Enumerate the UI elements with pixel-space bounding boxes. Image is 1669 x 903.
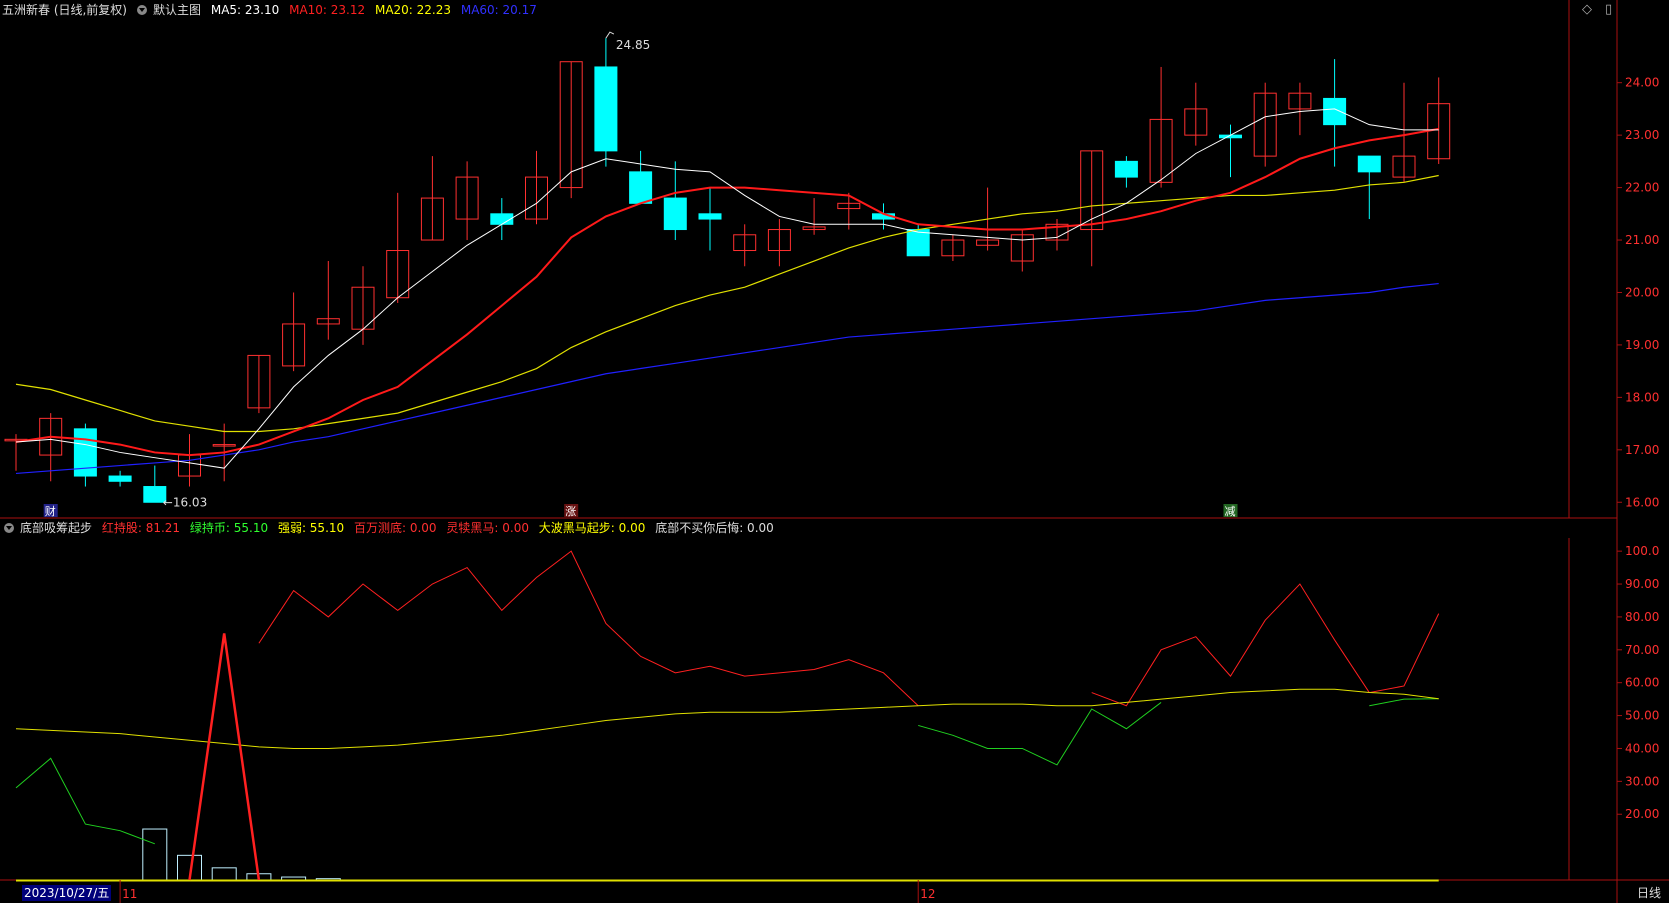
low-price-label: ←16.03 (163, 496, 207, 510)
candle-down[interactable] (906, 229, 930, 257)
candle-down[interactable] (1323, 97, 1347, 126)
price-axis: 24.00 23.00 22.00 21.00 20.00 19.00 18.00 17.00… (119, 76, 1659, 903)
value-dabo: 大波黑马起步: 0.00 (538, 521, 646, 535)
candle-down[interactable] (629, 171, 653, 204)
series-line (918, 702, 1162, 766)
stock-title[interactable]: 五洲新春 (日线,前复权) (2, 3, 127, 17)
diamond-icon[interactable]: ◇ (1582, 2, 1592, 18)
sub-header: 底部吸筹起步 红持股: 81.21 绿持币: 55.10 强弱: 55.10 百… (0, 518, 780, 538)
series-line (1369, 698, 1439, 707)
ma20-line (15, 174, 1439, 433)
value-baiwanceди: 百万测底: 0.00 (353, 521, 437, 535)
indicator-tick-label: 70.00 (1625, 643, 1659, 657)
candle-down[interactable] (1357, 155, 1381, 173)
price-tick-label: 24.00 (1625, 76, 1659, 90)
indicator-tick-label: 60.00 (1625, 676, 1659, 690)
indicator-menu-icon[interactable] (137, 4, 147, 15)
ma5-value: MA5: 23.10 (210, 3, 280, 17)
value-lvchibi: 绿持币: 55.10 (189, 521, 269, 535)
ma60-value: MA60: 20.17 (460, 3, 537, 17)
indicator-tick-label: 40.00 (1625, 741, 1659, 755)
window-icon[interactable]: ▯ (1605, 2, 1612, 18)
high-price-label: 24.85 (616, 38, 650, 52)
candle-down[interactable] (663, 197, 687, 231)
stock-chart[interactable]: 24.85 ←16.03 财 涨 减 24.00 23.00 22.00 21.00 20.00… (0, 0, 1669, 903)
series-line (15, 688, 1439, 749)
price-tick-label: 18.00 (1625, 390, 1659, 404)
sub-indicator-name[interactable]: 底部吸筹起步 (20, 521, 92, 535)
indicator-tick-label: 80.00 (1625, 610, 1659, 624)
series-line (1091, 583, 1440, 707)
price-tick-label: 19.00 (1625, 338, 1659, 352)
indicator-bar (211, 867, 237, 881)
indicator-tick-label: 50.00 (1625, 709, 1659, 723)
price-tick-label: 22.00 (1625, 181, 1659, 195)
value-dibu: 底部不买你后悔: 0.00 (655, 521, 774, 535)
candle-down[interactable] (594, 66, 618, 152)
candlestick-pane[interactable]: 24.85 ←16.03 财 涨 减 (4, 31, 1451, 518)
month-label: 12 (920, 887, 935, 901)
indicator-tick-label: 30.00 (1625, 774, 1659, 788)
month-label: 11 (122, 887, 137, 901)
cursor-date: 2023/10/27/五 (22, 885, 112, 901)
event-marker-label: 减 (1225, 505, 1236, 518)
indicator-bar (142, 828, 168, 881)
price-tick-label: 16.00 (1625, 495, 1659, 509)
main-indicator-name[interactable]: 默认主图 (153, 3, 201, 17)
indicator-tick-label: 90.00 (1625, 577, 1659, 591)
candle-down[interactable] (1114, 160, 1138, 178)
price-tick-label: 20.00 (1625, 285, 1659, 299)
series-百万测底 (188, 633, 261, 881)
value-qiangruo: 强弱: 55.10 (277, 521, 345, 535)
candle-down[interactable] (490, 213, 514, 225)
series-line (258, 550, 919, 707)
ma10-value: MA10: 23.12 (289, 3, 366, 17)
indicator-tick-label: 100.0 (1625, 544, 1659, 558)
ma10-line (15, 127, 1439, 457)
ma5-line (15, 108, 1439, 469)
series-line (15, 757, 155, 845)
ma20-value: MA20: 22.23 (374, 3, 452, 17)
price-tick-label: 21.00 (1625, 233, 1659, 247)
price-tick-label: 17.00 (1625, 443, 1659, 457)
indicator-menu-icon[interactable] (4, 522, 14, 533)
high-pointer (605, 31, 615, 39)
event-marker-label: 财 (45, 504, 56, 518)
candle-down[interactable] (698, 213, 722, 220)
indicator-tick-label: 20.00 (1625, 807, 1659, 821)
indicator-pane[interactable] (15, 550, 1440, 882)
period-button[interactable]: 日线 (1629, 883, 1669, 903)
main-header: 五洲新春 (日线,前复权) 默认主图 MA5: 23.10 MA10: 23.12… (0, 0, 543, 20)
value-hongchigu: 红持股: 81.21 (101, 521, 181, 535)
value-lingduheima: 灵犊黑马: 0.00 (446, 521, 529, 535)
event-marker-label: 涨 (565, 505, 576, 518)
price-tick-label: 23.00 (1625, 128, 1659, 142)
candle-down[interactable] (108, 475, 132, 482)
